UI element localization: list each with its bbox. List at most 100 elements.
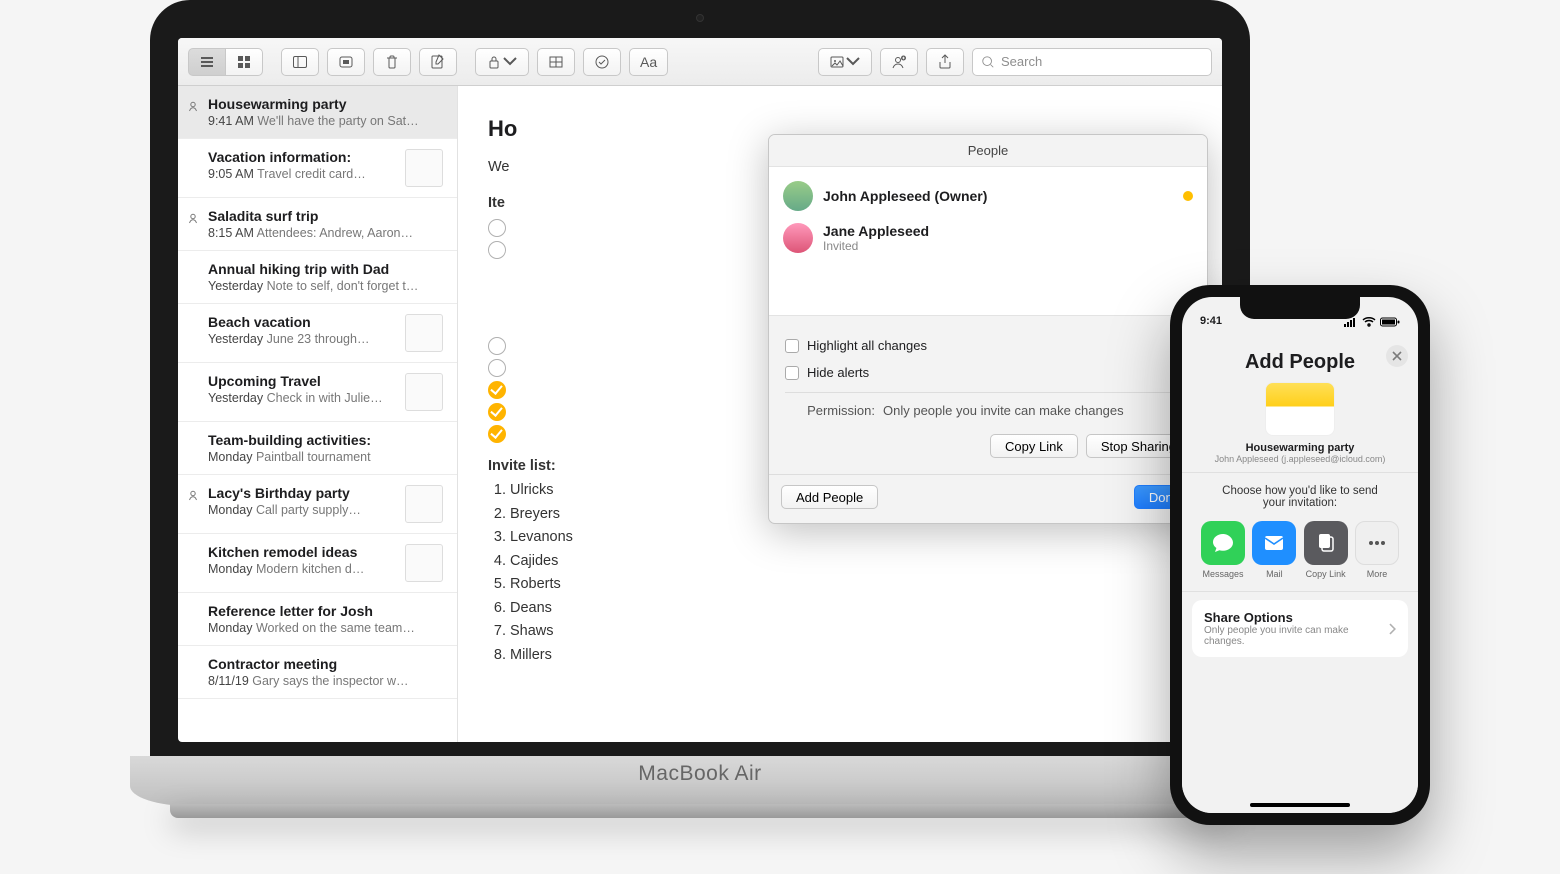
note-editor: Ho We Ite Invite list: bbox=[458, 86, 1222, 742]
attachment-icon bbox=[338, 54, 354, 70]
note-subtitle: Monday Modern kitchen d… bbox=[208, 562, 397, 576]
people-list: John Appleseed (Owner) Jane Appleseed In… bbox=[769, 166, 1207, 316]
invitee: Shaws bbox=[510, 620, 1192, 642]
note-list-item[interactable]: Housewarming party9:41 AM We'll have the… bbox=[178, 86, 457, 139]
share-button[interactable] bbox=[926, 48, 964, 76]
toggle-sidebar-button[interactable] bbox=[281, 48, 319, 76]
note-subtitle: Monday Worked on the same team… bbox=[208, 621, 443, 635]
grid-view-icon bbox=[236, 54, 252, 70]
popover-title: People bbox=[769, 135, 1207, 166]
checklist-button[interactable] bbox=[583, 48, 621, 76]
list-view-toggle[interactable] bbox=[188, 48, 225, 76]
check-circle-done-icon bbox=[488, 381, 506, 399]
note-subtitle: Monday Call party supply… bbox=[208, 503, 397, 517]
copy-link-button[interactable]: Copy Link bbox=[990, 434, 1078, 458]
invitee: Roberts bbox=[510, 573, 1192, 595]
invitee: Millers bbox=[510, 644, 1192, 666]
sheet-title: Add People bbox=[1192, 351, 1408, 374]
note-subtitle: Yesterday Note to self, don't forget t… bbox=[208, 279, 443, 293]
close-sheet-button[interactable] bbox=[1386, 345, 1408, 367]
search-field[interactable]: Search bbox=[972, 48, 1212, 76]
share-options-row[interactable]: Share Options Only people you invite can… bbox=[1192, 600, 1408, 657]
person-name: John Appleseed (Owner) bbox=[823, 188, 987, 204]
sidebar-icon bbox=[292, 54, 308, 70]
share-target-copy-link[interactable]: Copy Link bbox=[1301, 521, 1351, 579]
note-list-item[interactable]: Lacy's Birthday party Monday Call party s… bbox=[178, 475, 457, 534]
highlight-changes-checkbox[interactable]: Highlight all changes bbox=[785, 338, 1191, 353]
status-dot-icon bbox=[1183, 191, 1193, 201]
shared-icon bbox=[188, 100, 200, 112]
permission-label: Permission: bbox=[785, 403, 875, 418]
permission-select[interactable]: Only people you invite can make changes bbox=[883, 403, 1191, 418]
note-title: Kitchen remodel ideas bbox=[208, 544, 397, 560]
checkbox-icon bbox=[785, 339, 799, 353]
lock-icon bbox=[486, 54, 502, 70]
media-button[interactable] bbox=[818, 48, 872, 76]
note-list-item[interactable]: Annual hiking trip with Dad Yesterday Not… bbox=[178, 251, 457, 304]
mail-icon bbox=[1252, 521, 1296, 565]
home-indicator[interactable] bbox=[1250, 803, 1350, 807]
invitee: Cajides bbox=[510, 550, 1192, 572]
person-row[interactable]: Jane Appleseed Invited bbox=[769, 217, 1207, 259]
sheet-instruction: Choose how you'd like to send your invit… bbox=[1192, 481, 1408, 513]
note-list[interactable]: Housewarming party9:41 AM We'll have the… bbox=[178, 86, 458, 742]
iphone-notch bbox=[1240, 297, 1360, 319]
note-subtitle: 8:15 AM Attendees: Andrew, Aaron… bbox=[208, 226, 443, 240]
note-list-item[interactable]: Kitchen remodel ideas Monday Modern kitch… bbox=[178, 534, 457, 593]
list-view-icon bbox=[199, 54, 215, 70]
grid-view-toggle[interactable] bbox=[225, 48, 263, 76]
note-subtitle: 9:05 AM Travel credit card… bbox=[208, 167, 397, 181]
note-list-item[interactable]: Upcoming TravelYesterday Check in with J… bbox=[178, 363, 457, 422]
invitee: Deans bbox=[510, 597, 1192, 619]
note-list-item[interactable]: Beach vacationYesterday June 23 through… bbox=[178, 304, 457, 363]
attachments-button[interactable] bbox=[327, 48, 365, 76]
camera-dot bbox=[696, 14, 704, 22]
note-list-item[interactable]: Vacation information: 9:05 AM Travel cred… bbox=[178, 139, 457, 198]
share-target-messages[interactable]: Messages bbox=[1198, 521, 1248, 579]
invitee: Levanons bbox=[510, 526, 1192, 548]
note-list-item[interactable]: Contractor meeting 8/11/19 Gary says the … bbox=[178, 646, 457, 699]
table-button[interactable] bbox=[537, 48, 575, 76]
note-thumbnail bbox=[405, 314, 443, 352]
delete-note-button[interactable] bbox=[373, 48, 411, 76]
checklist-icon bbox=[594, 54, 610, 70]
person-name: Jane Appleseed bbox=[823, 223, 929, 239]
sheet-note-sub: John Appleseed (j.appleseed@icloud.com) bbox=[1192, 454, 1408, 464]
note-title: Lacy's Birthday party bbox=[208, 485, 397, 501]
messages-icon bbox=[1201, 521, 1245, 565]
share-options-title: Share Options bbox=[1204, 610, 1388, 625]
highlight-changes-label: Highlight all changes bbox=[807, 338, 927, 353]
new-note-button[interactable] bbox=[419, 48, 457, 76]
note-list-item[interactable]: Reference letter for JoshMonday Worked o… bbox=[178, 593, 457, 646]
add-people-button[interactable]: Add People bbox=[781, 485, 878, 509]
lock-note-button[interactable] bbox=[475, 48, 529, 76]
macbook-foot bbox=[170, 804, 1230, 818]
note-list-item[interactable]: Team-building activities:Monday Paintbal… bbox=[178, 422, 457, 475]
note-title: Contractor meeting bbox=[208, 656, 443, 672]
note-thumbnail bbox=[405, 544, 443, 582]
note-thumbnail bbox=[405, 149, 443, 187]
format-button[interactable]: Aa bbox=[629, 48, 668, 76]
check-circle-icon bbox=[488, 219, 506, 237]
note-subtitle: 8/11/19 Gary says the inspector w… bbox=[208, 674, 443, 688]
note-list-item[interactable]: Saladita surf trip 8:15 AM Attendees: And… bbox=[178, 198, 457, 251]
permission-value: Only people you invite can make changes bbox=[883, 403, 1124, 418]
note-title: Vacation information: bbox=[208, 149, 397, 165]
share-popover: People John Appleseed (Owner) bbox=[768, 134, 1208, 524]
search-icon bbox=[981, 55, 995, 69]
share-target-more[interactable]: More bbox=[1352, 521, 1402, 579]
iphone-device: 9:41 Add People Housewarming party John … bbox=[1170, 285, 1430, 825]
note-title: Saladita surf trip bbox=[208, 208, 443, 224]
hide-alerts-checkbox[interactable]: Hide alerts bbox=[785, 365, 1191, 380]
share-grid: MessagesMailCopy LinkMore bbox=[1192, 513, 1408, 583]
share-target-mail[interactable]: Mail bbox=[1249, 521, 1299, 579]
share-target-label: Mail bbox=[1249, 569, 1299, 579]
photo-icon bbox=[829, 54, 845, 70]
collaborate-button[interactable] bbox=[880, 48, 918, 76]
person-status: Invited bbox=[823, 239, 929, 253]
trash-icon bbox=[384, 54, 400, 70]
person-row[interactable]: John Appleseed (Owner) bbox=[769, 175, 1207, 217]
macbook-label: MacBook Air bbox=[130, 756, 1270, 806]
avatar-icon bbox=[783, 223, 813, 253]
note-title: Annual hiking trip with Dad bbox=[208, 261, 443, 277]
